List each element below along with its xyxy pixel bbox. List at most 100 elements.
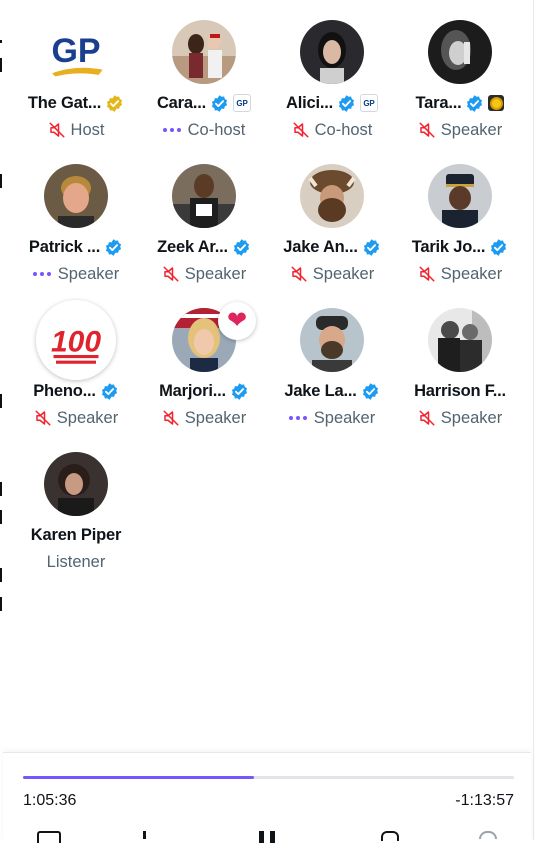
participant-role: Host	[70, 120, 105, 139]
participant-card[interactable]: Patrick ... Speaker	[12, 162, 140, 298]
speaking-dots-icon	[32, 272, 51, 276]
elapsed-time: 1:05:36	[23, 792, 77, 809]
edge-mark	[0, 597, 2, 611]
participant-card[interactable]: Tara... Speaker	[396, 18, 524, 154]
pause-button[interactable]	[259, 831, 275, 843]
participant-role: Listener	[46, 552, 106, 571]
edge-mark	[0, 40, 2, 43]
verified-icon	[232, 238, 251, 257]
participant-card[interactable]: Jake An... Speaker	[268, 162, 396, 298]
avatar[interactable]	[172, 164, 236, 228]
participant-name: Jake An...	[283, 237, 358, 256]
participant-name: Karen Piper	[30, 525, 122, 544]
rewind-icon[interactable]	[143, 831, 146, 843]
participant-role: Speaker	[313, 408, 376, 427]
participant-name: Tara...	[415, 93, 462, 112]
participant-name: Marjori...	[159, 381, 226, 400]
panel-border	[533, 0, 534, 840]
participant-role: Speaker	[312, 264, 375, 283]
logo-text: GP	[51, 32, 100, 70]
participant-card[interactable]: Cara... GP Co-host	[140, 18, 268, 154]
participant-role: Speaker	[184, 408, 247, 427]
avatar[interactable]	[44, 164, 108, 228]
verified-icon	[104, 238, 123, 257]
participant-card[interactable]: Zeek Ar... Speaker	[140, 162, 268, 298]
participant-role: Speaker	[440, 408, 503, 427]
participant-role: Speaker	[440, 264, 503, 283]
participant-name: Pheno...	[33, 381, 96, 400]
mic-off-icon	[418, 121, 436, 139]
verified-icon	[489, 238, 508, 257]
edge-mark	[0, 482, 2, 496]
participant-name: Cara...	[156, 93, 207, 112]
avatar[interactable]	[172, 20, 236, 84]
avatar[interactable]	[428, 164, 492, 228]
participant-card[interactable]: 100 Pheno... Speaker	[12, 300, 140, 442]
left-edge	[0, 0, 3, 840]
participant-card[interactable]: Alici... GP Co-host	[268, 18, 396, 154]
participant-name: The Gat...	[27, 93, 102, 112]
participant-card[interactable]: Tarik Jo... Speaker	[396, 162, 524, 298]
avatar[interactable]	[300, 308, 364, 372]
sun-badge-icon	[488, 95, 505, 111]
affiliate-badge: GP	[233, 94, 252, 112]
speaking-dots-icon	[288, 416, 307, 420]
participant-name: Harrison F...	[414, 381, 506, 400]
mic-off-icon	[162, 265, 180, 283]
mic-off-icon	[290, 265, 308, 283]
participant-name: Alici...	[286, 93, 333, 112]
playback-bar: 1:05:36 -1:13:57	[3, 752, 531, 843]
verified-icon	[230, 382, 249, 401]
verified-icon	[362, 238, 381, 257]
participant-card[interactable]: GP The Gat... Host	[12, 18, 140, 154]
mic-off-icon	[418, 409, 436, 427]
participant-role: Speaker	[57, 264, 120, 283]
participant-role: Co-host	[314, 120, 373, 139]
captions-icon[interactable]	[37, 831, 61, 843]
progress-track[interactable]	[23, 776, 514, 779]
edge-mark	[0, 58, 2, 72]
participant-name: Patrick ...	[28, 237, 101, 256]
progress-fill	[23, 776, 254, 779]
repeat-icon[interactable]	[381, 831, 399, 843]
mic-off-icon	[418, 265, 436, 283]
participant-name: Jake La...	[284, 381, 357, 400]
mic-off-icon	[34, 409, 52, 427]
heart-reaction-icon: ❤	[218, 302, 256, 340]
hundred-points-icon: 100	[51, 325, 101, 358]
speaking-dots-icon	[162, 128, 181, 132]
participant-card[interactable]: Jake La... Speaker	[268, 306, 396, 442]
more-icon[interactable]	[479, 831, 497, 843]
avatar[interactable]	[300, 164, 364, 228]
edge-mark	[0, 174, 2, 188]
verified-icon	[210, 94, 229, 113]
participant-role: Co-host	[187, 120, 246, 139]
verified-icon	[465, 94, 484, 113]
mic-off-icon	[162, 409, 180, 427]
participant-card[interactable]: Karen Piper Listener	[12, 450, 140, 586]
mic-off-icon	[292, 121, 310, 139]
edge-mark	[0, 510, 2, 524]
participant-role: Speaker	[440, 120, 503, 139]
remaining-time: -1:13:57	[455, 792, 514, 809]
avatar[interactable]	[44, 452, 108, 516]
participant-card[interactable]: Harrison F... Speaker	[396, 306, 524, 442]
affiliate-badge: GP	[360, 94, 378, 112]
verified-icon	[361, 382, 380, 401]
avatar[interactable]: 100	[36, 300, 116, 380]
verified-icon	[337, 94, 356, 113]
edge-mark	[0, 394, 2, 408]
avatar[interactable]: GP	[44, 20, 108, 84]
verified-gold-icon	[105, 94, 124, 113]
participant-name: Tarik Jo...	[411, 237, 486, 256]
avatar[interactable]	[428, 308, 492, 372]
edge-mark	[0, 568, 2, 582]
verified-icon	[100, 382, 119, 401]
avatar[interactable]	[428, 20, 492, 84]
mic-off-icon	[48, 121, 66, 139]
participant-name: Zeek Ar...	[157, 237, 228, 256]
participant-role: Speaker	[184, 264, 247, 283]
avatar[interactable]	[300, 20, 364, 84]
participant-role: Speaker	[56, 408, 119, 427]
participant-card[interactable]: ❤ Marjori... Speaker	[140, 302, 268, 442]
